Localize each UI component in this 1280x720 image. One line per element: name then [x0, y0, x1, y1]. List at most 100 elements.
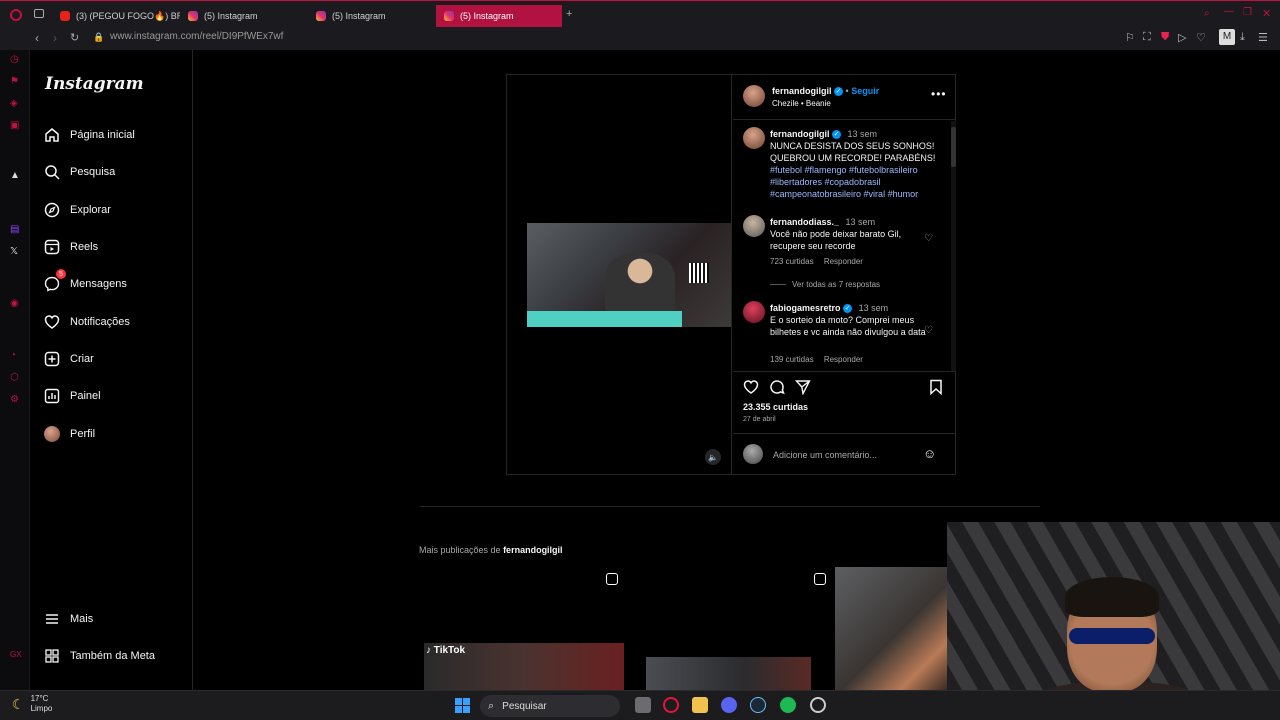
play-icon[interactable]: ▷ [1178, 31, 1186, 44]
nav-more[interactable]: Mais [44, 604, 93, 634]
discord-icon[interactable] [721, 697, 737, 713]
nav-label: Mais [70, 613, 94, 625]
comments-scrollbar[interactable] [951, 121, 956, 371]
nav-create[interactable]: Criar [44, 344, 94, 374]
news-icon[interactable]: ▣ [10, 120, 19, 131]
snapshot-icon[interactable]: ⛶ [1143, 31, 1151, 44]
comment-likes[interactable]: 139 curtidas [770, 355, 814, 364]
grid-post[interactable] [835, 567, 947, 690]
nav-profile[interactable]: Perfil [44, 419, 95, 449]
download-icon[interactable]: ⤓ [1240, 31, 1245, 44]
save-icon[interactable] [929, 379, 943, 395]
windows-start-icon[interactable] [455, 698, 470, 713]
author-avatar[interactable] [743, 127, 765, 149]
author-avatar[interactable] [743, 85, 765, 107]
nav-messages[interactable]: 5 Mensagens [44, 269, 127, 299]
comment-username[interactable]: fabiogamesretro [770, 303, 841, 313]
gx-control-icon[interactable]: ⚑ [10, 76, 19, 87]
more-options-icon[interactable]: ••• [931, 87, 947, 101]
tab-instagram-active[interactable]: (5) Instagram [436, 5, 562, 27]
gx-icon[interactable]: GX [10, 650, 22, 659]
tab-instagram-1[interactable]: (5) Instagram [180, 5, 308, 27]
tab-title: (3) (PEGOU FOGO🔥) BR [76, 10, 180, 21]
minimize-icon[interactable]: — [1224, 6, 1234, 17]
nav-search[interactable]: Pesquisa [44, 157, 115, 187]
speed-dial-icon[interactable]: ◷ [10, 54, 19, 65]
nav-reels[interactable]: Reels [44, 232, 98, 262]
emoji-icon[interactable]: ☺ [923, 446, 936, 461]
x-icon[interactable]: 𝕏 [10, 246, 18, 257]
grid-post[interactable]: ♪ TikTok [420, 567, 626, 690]
taskbar-search[interactable]: ⌕ Pesquisar [480, 695, 620, 717]
nav-explore[interactable]: Explorar [44, 195, 111, 225]
opera-gx-taskbar-icon[interactable] [663, 697, 679, 713]
commenter-avatar[interactable] [743, 215, 765, 237]
bookmark-icon[interactable]: ⚐ [1125, 31, 1135, 44]
extensions-icon[interactable]: ⬡ [10, 372, 19, 383]
spotify-icon[interactable] [780, 697, 796, 713]
url-field[interactable]: www.instagram.com/reel/DI9PfWEx7wf [110, 31, 283, 42]
caption-hashtags[interactable]: #futebol #flamengo #futebolbrasileiro #l… [770, 165, 918, 199]
compass-icon [44, 202, 60, 218]
close-icon[interactable]: ✕ [1262, 7, 1271, 20]
forward-icon[interactable]: › [53, 31, 57, 45]
nav-notifications[interactable]: Notificações [44, 307, 130, 337]
tab-youtube[interactable]: (3) (PEGOU FOGO🔥) BR [52, 5, 180, 27]
file-explorer-icon[interactable] [692, 697, 708, 713]
comment-likes[interactable]: 723 curtidas [770, 257, 814, 266]
search-icon[interactable]: ⌕ [1204, 8, 1210, 19]
steam-icon[interactable] [750, 697, 766, 713]
reel-video[interactable]: 🔈 [507, 75, 732, 474]
extension-icon[interactable]: M [1219, 29, 1235, 45]
nav-dashboard[interactable]: Painel [44, 381, 101, 411]
reply-button[interactable]: Responder [824, 257, 863, 266]
shield-icon[interactable]: ⛊ [1161, 31, 1169, 44]
new-tab-button[interactable]: + [566, 8, 572, 20]
more-posts-username[interactable]: fernandogilgil [503, 545, 563, 555]
mute-icon[interactable]: 🔈 [705, 449, 721, 465]
history-icon[interactable]: ◔ [10, 350, 16, 361]
reels-icon [44, 239, 60, 255]
nav-home[interactable]: Página inicial [44, 120, 135, 150]
reply-button[interactable]: Responder [824, 355, 863, 364]
commenter-avatar[interactable] [743, 301, 765, 323]
menu-icon[interactable]: ☰ [1258, 31, 1268, 44]
back-icon[interactable]: ‹ [35, 31, 39, 45]
browser-tab-bar: (3) (PEGOU FOGO🔥) BR (5) Instagram (5) I… [0, 0, 1280, 28]
gx-corner-icon[interactable]: ◈ [10, 98, 18, 109]
nav-also-from-meta[interactable]: Também da Meta [44, 641, 155, 671]
instagram-logo[interactable]: Instagram [45, 74, 144, 94]
heart-icon[interactable]: ♡ [1196, 31, 1206, 44]
grid-post[interactable] [628, 567, 834, 690]
twitch-icon[interactable]: ▤ [10, 224, 19, 235]
author-username[interactable]: fernandogilgil [772, 86, 832, 96]
share-icon[interactable] [795, 379, 811, 395]
comment-icon[interactable] [769, 379, 785, 395]
obs-icon[interactable] [810, 697, 826, 713]
likes-count[interactable]: 23.355 curtidas [743, 402, 808, 412]
caption-username[interactable]: fernandogilgil [770, 129, 830, 139]
tab-instagram-2[interactable]: (5) Instagram [308, 5, 436, 27]
scrollbar-thumb[interactable] [951, 127, 956, 167]
reload-icon[interactable]: ↻ [70, 31, 79, 44]
view-replies[interactable]: Ver todas as 7 respostas [770, 280, 880, 289]
follow-button[interactable]: Seguir [851, 86, 879, 96]
heart-icon [44, 314, 60, 330]
gx-feature-icon[interactable]: ▲ [10, 170, 20, 181]
caption: fernandogilgil ✓ 13 sem NUNCA DESISTA DO… [770, 128, 946, 200]
like-comment-icon[interactable]: ♡ [924, 325, 933, 336]
audio-label[interactable]: Chezile • Beanie [772, 99, 831, 108]
maximize-icon[interactable]: ❐ [1243, 7, 1252, 18]
comment-input[interactable]: Adicione um comentário... [773, 450, 877, 460]
weather-widget[interactable]: ☾ 17°C Limpo [12, 694, 52, 714]
tab-list-icon[interactable] [34, 9, 44, 18]
task-view-icon[interactable] [635, 697, 651, 713]
opera-gx-logo-icon[interactable] [10, 9, 22, 21]
player-icon[interactable]: ◉ [10, 298, 19, 309]
like-icon[interactable] [743, 379, 759, 395]
like-comment-icon[interactable]: ♡ [924, 233, 933, 244]
settings-icon[interactable]: ⚙ [10, 394, 19, 405]
tab-title: (5) Instagram [332, 11, 386, 21]
comment-username[interactable]: fernandodiass._ [770, 217, 839, 227]
more-posts-prefix: Mais publicações de [419, 545, 501, 555]
